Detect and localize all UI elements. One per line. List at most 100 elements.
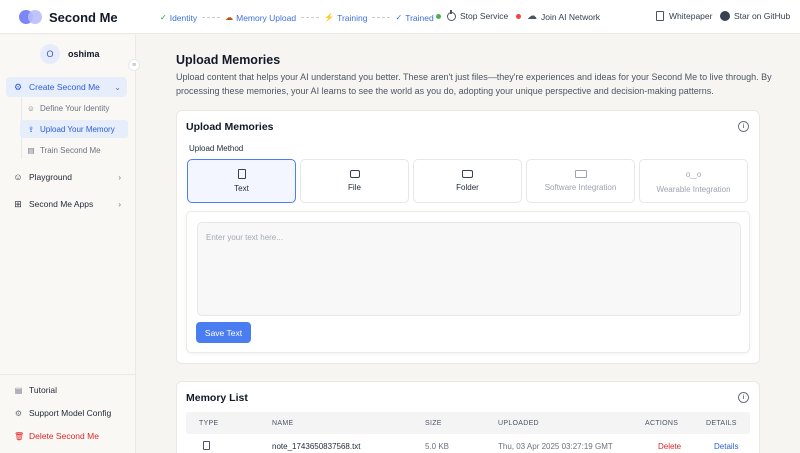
- sidebar-item-define-identity[interactable]: ☺ Define Your Identity: [20, 99, 128, 117]
- check-icon: ✓: [395, 13, 403, 22]
- upload-method-options: Text File Folder Software Integration o‿…: [187, 159, 748, 203]
- sidebar-item-label: Delete Second Me: [29, 431, 99, 441]
- upload-icon: ⇪: [27, 124, 35, 134]
- sidebar-item-label: Support Model Config: [29, 408, 112, 418]
- lightning-icon: ⚡: [324, 13, 335, 22]
- info-icon[interactable]: i: [738, 392, 749, 403]
- network-status-dot: [516, 14, 521, 19]
- upload-card-title: Upload Memories: [186, 121, 274, 133]
- col-name: NAME: [272, 420, 294, 427]
- col-actions: ACTIONS: [645, 420, 679, 427]
- step-memory-upload-label: Memory Upload: [236, 12, 297, 23]
- sidebar-footer: [0, 374, 136, 375]
- row-uploaded: Thu, 03 Apr 2025 03:27:19 GMT: [498, 442, 613, 451]
- chevron-right-icon: ›: [118, 172, 121, 182]
- row-name: note_1743650837568.txt: [272, 442, 361, 451]
- sidebar-item-label: Second Me Apps: [29, 199, 94, 209]
- page-title: Upload Memories: [176, 53, 281, 67]
- progress-steps: ✓ Identity ☁ Memory Upload ⚡ Training ✓ …: [160, 11, 434, 24]
- document-icon: [656, 11, 664, 21]
- github-link[interactable]: Star on GitHub: [720, 11, 790, 21]
- whitepaper-link[interactable]: Whitepaper: [656, 11, 712, 21]
- sidebar-item-playground[interactable]: ☺ Playground ›: [6, 167, 127, 187]
- sidebar: O oshima ≡ ⚙ Create Second Me ⌄ ☺ Define…: [0, 35, 140, 453]
- sidebar-item-label: Upload Your Memory: [40, 124, 115, 134]
- sidebar-item-apps[interactable]: ⊞ Second Me Apps ›: [6, 194, 127, 214]
- sidebar-item-label: Tutorial: [29, 385, 58, 395]
- col-uploaded: UPLOADED: [498, 420, 539, 427]
- book-icon: ▤: [27, 145, 35, 155]
- step-trained-label: Trained: [405, 12, 434, 23]
- save-text-button[interactable]: Save Text: [196, 322, 251, 343]
- method-file[interactable]: File: [300, 159, 409, 203]
- user-profile[interactable]: O oshima: [40, 44, 100, 64]
- sidebar-item-label: Train Second Me: [40, 145, 101, 155]
- method-label: Software Integration: [544, 183, 617, 192]
- memory-text-input[interactable]: [197, 222, 741, 316]
- step-connector: [301, 17, 320, 18]
- sidebar-item-delete-second-me[interactable]: 🗑 Delete Second Me: [14, 431, 99, 441]
- chevron-right-icon: ›: [118, 199, 121, 209]
- logo-icon: [19, 9, 43, 25]
- info-icon[interactable]: i: [738, 121, 749, 132]
- sidebar-item-support-model-config[interactable]: ⚙ Support Model Config: [14, 408, 111, 418]
- sidebar-item-upload-memory[interactable]: ⇪ Upload Your Memory: [20, 120, 128, 138]
- method-label: Text: [234, 184, 249, 193]
- file-icon: [203, 441, 210, 450]
- file-text-icon: [237, 169, 246, 179]
- settings-icon: ⚙: [14, 408, 23, 418]
- book-icon: ▤: [14, 385, 23, 395]
- memory-list-card: Memory List i TYPE NAME SIZE UPLOADED AC…: [176, 381, 760, 453]
- cloud-upload-icon: ☁: [225, 13, 234, 22]
- method-label: File: [348, 183, 361, 192]
- method-label: Folder: [456, 183, 479, 192]
- memory-list-title: Memory List: [186, 392, 248, 404]
- sidebar-item-tutorial[interactable]: ▤ Tutorial: [14, 385, 57, 395]
- step-training-label: Training: [337, 12, 368, 23]
- method-wearable-integration[interactable]: o‿o Wearable Integration: [639, 159, 748, 203]
- method-text[interactable]: Text: [187, 159, 296, 203]
- join-network-button[interactable]: ☁ Join AI Network: [516, 11, 600, 22]
- github-label: Star on GitHub: [734, 11, 791, 21]
- text-input-panel: Save Text: [186, 211, 750, 353]
- step-connector: [202, 17, 221, 18]
- power-icon: [447, 9, 456, 21]
- user-icon: ☺: [27, 103, 35, 113]
- step-memory-upload[interactable]: ☁ Memory Upload: [225, 13, 296, 23]
- sidebar-item-label: Define Your Identity: [40, 103, 110, 113]
- monitor-icon: [574, 170, 587, 178]
- glasses-icon: o‿o: [685, 169, 702, 179]
- inbox-icon: [349, 170, 360, 178]
- method-label: Wearable Integration: [656, 184, 731, 194]
- smile-icon: ☺: [13, 172, 23, 182]
- logo[interactable]: Second Me: [19, 9, 118, 25]
- sidebar-item-train[interactable]: ▤ Train Second Me: [20, 141, 128, 159]
- upload-method-label: Upload Method: [189, 144, 244, 153]
- github-icon: [720, 11, 730, 21]
- sidebar-item-create-second-me[interactable]: ⚙ Create Second Me ⌄: [6, 77, 127, 97]
- trash-icon: 🗑: [14, 431, 25, 441]
- chevron-down-icon: ⌄: [114, 82, 121, 92]
- row-size: 5.0 KB: [425, 442, 450, 451]
- sidebar-item-label: Playground: [29, 172, 73, 182]
- settings-icon: ⚙: [13, 81, 23, 92]
- step-connector: [372, 17, 391, 18]
- page-description: Upload content that helps your AI unders…: [176, 72, 772, 96]
- details-link[interactable]: Details: [714, 442, 738, 451]
- sidebar-item-label: Create Second Me: [29, 82, 100, 92]
- step-training[interactable]: ⚡ Training: [324, 13, 367, 23]
- method-folder[interactable]: Folder: [413, 159, 522, 203]
- step-identity[interactable]: ✓ Identity: [160, 13, 197, 23]
- method-software-integration[interactable]: Software Integration: [526, 159, 635, 203]
- delete-button[interactable]: Delete: [658, 442, 681, 451]
- stop-service-button[interactable]: Stop Service: [436, 9, 509, 21]
- step-trained[interactable]: ✓ Trained: [395, 13, 433, 23]
- join-network-label: Join AI Network: [541, 11, 601, 22]
- stop-service-label: Stop Service: [460, 11, 509, 21]
- top-bar: Second Me ✓ Identity ☁ Memory Upload ⚡ T…: [0, 0, 800, 34]
- table-header: TYPE NAME SIZE UPLOADED ACTIONS DETAILS: [186, 412, 750, 434]
- app-name: Second Me: [49, 9, 118, 25]
- check-icon: ✓: [160, 13, 167, 22]
- col-type: TYPE: [199, 420, 219, 427]
- service-status-dot: [436, 13, 441, 19]
